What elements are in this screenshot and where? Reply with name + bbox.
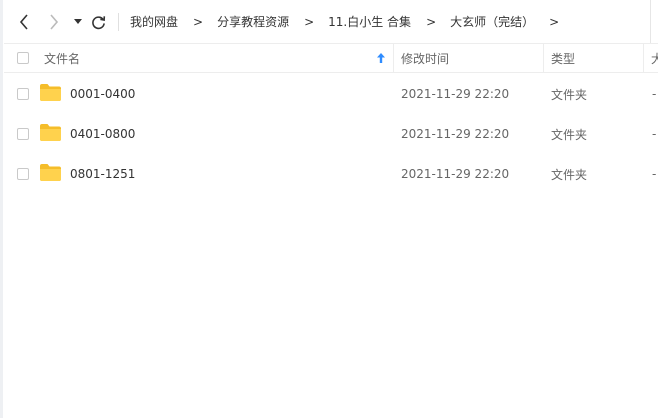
- folder-icon: [40, 124, 61, 141]
- column-header-type[interactable]: 类型: [551, 44, 575, 72]
- column-header-size[interactable]: 大: [651, 44, 658, 72]
- row-checkbox[interactable]: [17, 168, 29, 180]
- row-checkbox[interactable]: [17, 128, 29, 140]
- breadcrumb-item-shared-resources[interactable]: 分享教程资源: [217, 13, 289, 30]
- file-size: -: [652, 167, 657, 181]
- toolbar-separator: [118, 13, 119, 31]
- file-name[interactable]: 0401-0800: [70, 114, 135, 154]
- breadcrumb-separator: >: [193, 14, 204, 29]
- file-modified-time: 2021-11-29 22:20: [401, 87, 510, 101]
- toolbar: 我的网盘 > 分享教程资源 > 11.白小生 合集 > 大玄师（完结） >: [0, 0, 658, 43]
- history-dropdown-button[interactable]: [72, 12, 84, 32]
- file-row[interactable]: 0801-1251 2021-11-29 22:20 文件夹 -: [4, 154, 658, 194]
- back-button[interactable]: [16, 12, 32, 32]
- chevron-right-icon: [50, 14, 59, 30]
- forward-button[interactable]: [46, 12, 62, 32]
- refresh-button[interactable]: [89, 12, 107, 32]
- column-header-type-label: 类型: [551, 51, 576, 66]
- breadcrumb: 我的网盘 > 分享教程资源 > 11.白小生 合集 > 大玄师（完结） >: [130, 0, 559, 43]
- column-header-name-label: 文件名: [44, 51, 81, 66]
- breadcrumb-item-my-drive[interactable]: 我的网盘: [130, 13, 178, 30]
- file-type: 文件夹: [551, 127, 588, 142]
- column-header-size-label: 大: [651, 51, 658, 66]
- chevron-left-icon: [19, 14, 28, 30]
- file-row[interactable]: 0401-0800 2021-11-29 22:20 文件夹 -: [4, 114, 658, 154]
- refresh-icon: [91, 15, 105, 29]
- sort-up-arrow-icon: [377, 53, 385, 63]
- folder-icon: [40, 84, 61, 101]
- select-all-checkbox[interactable]: [17, 52, 29, 64]
- file-list-header: 文件名 修改时间 类型 大: [4, 43, 658, 73]
- column-header-modified-label: 修改时间: [401, 51, 450, 66]
- row-checkbox[interactable]: [17, 88, 29, 100]
- breadcrumb-separator: >: [549, 14, 560, 29]
- breadcrumb-separator: >: [304, 14, 315, 29]
- file-row[interactable]: 0001-0400 2021-11-29 22:20 文件夹 -: [4, 74, 658, 114]
- file-type: 文件夹: [551, 87, 588, 102]
- file-modified-time: 2021-11-29 22:20: [401, 167, 510, 181]
- column-header-name[interactable]: 文件名: [44, 44, 390, 72]
- column-divider[interactable]: [643, 44, 644, 72]
- file-size: -: [652, 87, 657, 101]
- column-header-modified[interactable]: 修改时间: [401, 44, 449, 72]
- left-edge-strip: [0, 0, 3, 418]
- toolbar-right-border: [650, 0, 651, 43]
- column-divider[interactable]: [393, 44, 394, 72]
- file-modified-time: 2021-11-29 22:20: [401, 127, 510, 141]
- breadcrumb-item-current-folder[interactable]: 大玄师（完结）: [450, 13, 534, 30]
- file-name[interactable]: 0801-1251: [70, 154, 135, 194]
- breadcrumb-item-collection[interactable]: 11.白小生 合集: [328, 13, 411, 30]
- breadcrumb-separator: >: [426, 14, 437, 29]
- column-divider[interactable]: [543, 44, 544, 72]
- file-type: 文件夹: [551, 167, 588, 182]
- file-name[interactable]: 0001-0400: [70, 74, 135, 114]
- select-all-checkbox-cell: [17, 44, 29, 72]
- folder-icon: [40, 164, 61, 181]
- caret-down-icon: [74, 19, 82, 24]
- file-size: -: [652, 127, 657, 141]
